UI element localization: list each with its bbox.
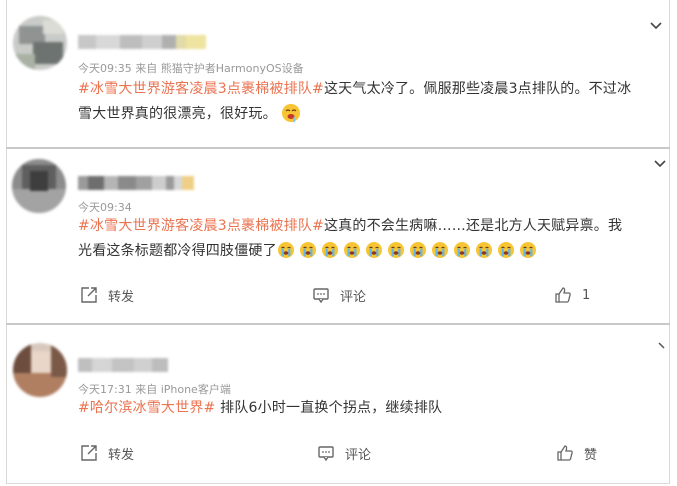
crying-face-icon <box>431 241 449 259</box>
like-button[interactable]: 赞 <box>556 441 597 465</box>
hashtag-link[interactable]: #冰雪大世界游客凌晨3点裹棉被排队# <box>78 81 324 97</box>
hashtag-link[interactable]: #冰雪大世界游客凌晨3点裹棉被排队# <box>78 218 324 234</box>
post-text-cont: 光看这条标题都冷得四肢僵硬了 <box>78 243 277 259</box>
comment-icon <box>317 444 335 462</box>
like-button[interactable]: 1 <box>554 283 590 307</box>
chevron-down-icon[interactable] <box>654 160 666 170</box>
repost-label: 转发 <box>108 289 135 305</box>
repost-label: 转发 <box>108 447 135 463</box>
like-label: 赞 <box>584 447 598 463</box>
post-content: #哈尔滨冰雪大世界# 排队6小时一直换个拐点，继续排队 <box>78 396 658 421</box>
crying-face-icon <box>277 241 295 259</box>
post-text: 这天气太冷了。佩服那些凌晨3点排队的。不过冰 <box>323 81 632 97</box>
comment-button[interactable]: 评论 <box>312 283 366 307</box>
comment-icon <box>312 286 330 304</box>
post-divider <box>6 147 670 149</box>
crying-face-icon <box>409 241 427 259</box>
like-count: 1 <box>582 287 591 303</box>
avatar[interactable] <box>13 16 67 70</box>
thumbs-up-icon <box>554 286 572 304</box>
repost-icon <box>80 286 98 304</box>
repost-icon <box>80 444 98 462</box>
crying-face-icon <box>365 241 383 259</box>
comment-button[interactable]: 评论 <box>317 441 371 465</box>
crying-face-icon <box>387 241 405 259</box>
repost-button[interactable]: 转发 <box>80 283 134 307</box>
crying-face-icon <box>497 241 515 259</box>
hashtag-link[interactable]: #哈尔滨冰雪大世界# <box>78 400 215 416</box>
post-content: #冰雪大世界游客凌晨3点裹棉被排队#这真的不会生病嘛……还是北方人天赋异禀。我 … <box>78 214 658 264</box>
drooling-face-icon <box>281 103 301 123</box>
crying-face-icon <box>475 241 493 259</box>
crying-face-icon <box>519 241 537 259</box>
thumbs-up-icon <box>556 444 574 462</box>
comment-label: 评论 <box>340 289 367 305</box>
post-meta: 今天09:35 来自 熊猫守护者HarmonyOS设备 <box>78 62 304 75</box>
comment-label: 评论 <box>345 447 372 463</box>
chevron-down-icon[interactable] <box>650 22 662 32</box>
avatar[interactable] <box>13 343 67 397</box>
post-meta: 今天09:34 <box>78 201 132 214</box>
emoji-row <box>277 241 541 259</box>
crying-face-icon <box>321 241 339 259</box>
post-actions: 转发 评论 1 <box>6 283 670 307</box>
chevron-down-icon[interactable] <box>658 342 668 352</box>
crying-face-icon <box>299 241 317 259</box>
avatar[interactable] <box>12 159 66 213</box>
post-text: 排队6小时一直换个拐点，继续排队 <box>215 400 443 416</box>
repost-button[interactable]: 转发 <box>80 441 134 465</box>
username-blurred[interactable] <box>78 176 194 190</box>
post-divider <box>6 323 670 325</box>
username-blurred[interactable] <box>78 35 206 49</box>
post-content: #冰雪大世界游客凌晨3点裹棉被排队#这天气太冷了。佩服那些凌晨3点排队的。不过冰… <box>78 77 658 127</box>
post-meta: 今天17:31 来自 iPhone客户端 <box>78 383 231 396</box>
username-blurred[interactable] <box>78 358 168 372</box>
crying-face-icon <box>343 241 361 259</box>
post-text: 这真的不会生病嘛……还是北方人天赋异禀。我 <box>323 218 623 234</box>
crying-face-icon <box>453 241 471 259</box>
post-text-cont: 雪大世界真的很漂亮，很好玩。 <box>78 106 277 122</box>
post-actions: 转发 评论 赞 <box>6 441 670 465</box>
